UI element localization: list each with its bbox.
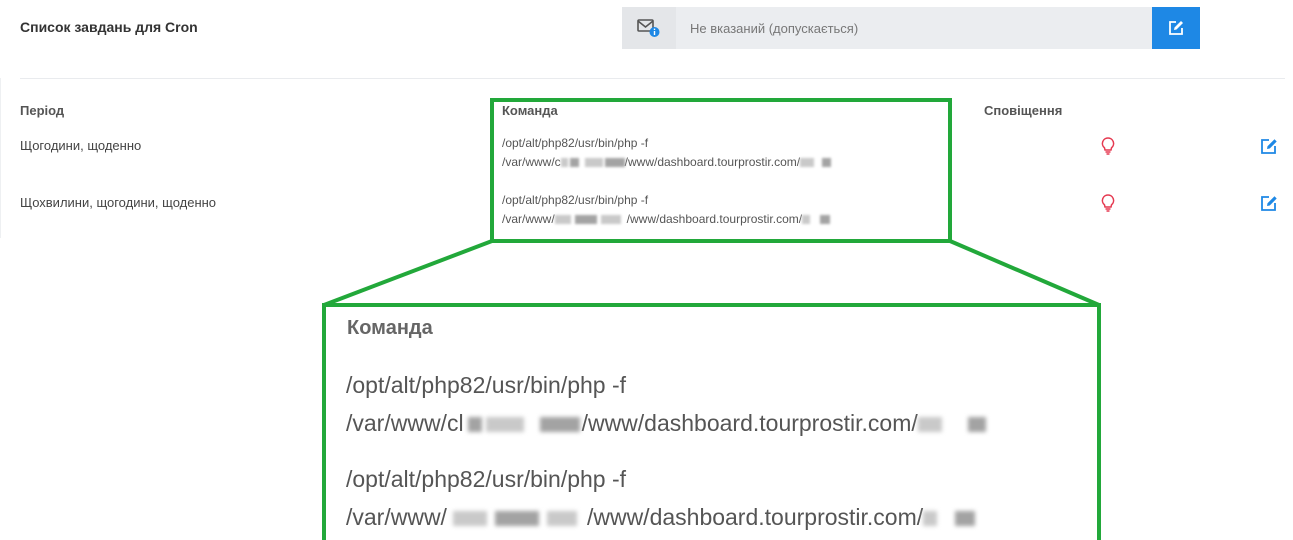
row-1-edit-icon[interactable] — [1259, 137, 1279, 155]
column-header-period: Період — [20, 103, 65, 118]
zoom-row-1-command: /opt/alt/php82/usr/bin/php -f /var/www/c… — [346, 366, 986, 442]
redacted-block — [955, 511, 976, 527]
redacted-block — [967, 417, 986, 433]
column-header-notify: Сповіщення — [984, 103, 1063, 118]
edit-email-button[interactable] — [1152, 7, 1200, 49]
zoom-row-1-path-middle: /www/dashboard.tourprostir.com/ — [581, 410, 918, 436]
zoom-row-1-path-start: /var/www/cl — [346, 410, 464, 436]
panel-left-border — [0, 78, 1, 238]
edit-icon — [1169, 21, 1183, 35]
envelope-info-icon — [637, 19, 660, 37]
redacted-block — [494, 511, 539, 527]
notification-email-field[interactable]: Не вказаний (допускається) — [676, 7, 1152, 49]
page-title: Список завдань для Cron — [20, 19, 198, 35]
zoom-row-2-line1: /opt/alt/php82/usr/bin/php -f — [346, 466, 627, 492]
redacted-block — [452, 511, 487, 527]
row-1-period: Щогодини, щоденно — [20, 138, 142, 153]
zoom-row-1-line2: /var/www/cl/www/dashboard.tourprostir.co… — [346, 404, 986, 442]
header-divider — [20, 78, 1285, 79]
zoom-row-1-line1: /opt/alt/php82/usr/bin/php -f — [346, 372, 627, 398]
notification-bulb-icon[interactable] — [1101, 194, 1115, 212]
zoom-row-2-command: /opt/alt/php82/usr/bin/php -f /var/www//… — [346, 460, 976, 536]
row-2-edit-icon[interactable] — [1259, 194, 1279, 212]
redacted-block — [917, 417, 942, 433]
zoom-row-2-path-middle: /www/dashboard.tourprostir.com/ — [586, 504, 924, 530]
highlight-box-command — [490, 98, 952, 243]
redacted-block — [923, 511, 938, 527]
redacted-block — [546, 511, 577, 527]
row-2-period: Щохвилини, щогодини, щоденно — [20, 195, 217, 210]
notification-bulb-icon[interactable] — [1101, 137, 1115, 155]
zoom-row-2-line2: /var/www/ /www/dashboard.tourprostir.com/ — [346, 498, 976, 536]
email-info-addon — [622, 7, 676, 49]
redacted-block — [467, 417, 482, 433]
zoom-row-2-path-start: /var/www/ — [346, 504, 447, 530]
notification-email-group: Не вказаний (допускається) — [622, 7, 1200, 49]
zoom-title: Команда — [347, 317, 433, 339]
redacted-block — [539, 417, 580, 433]
redacted-block — [485, 417, 524, 433]
